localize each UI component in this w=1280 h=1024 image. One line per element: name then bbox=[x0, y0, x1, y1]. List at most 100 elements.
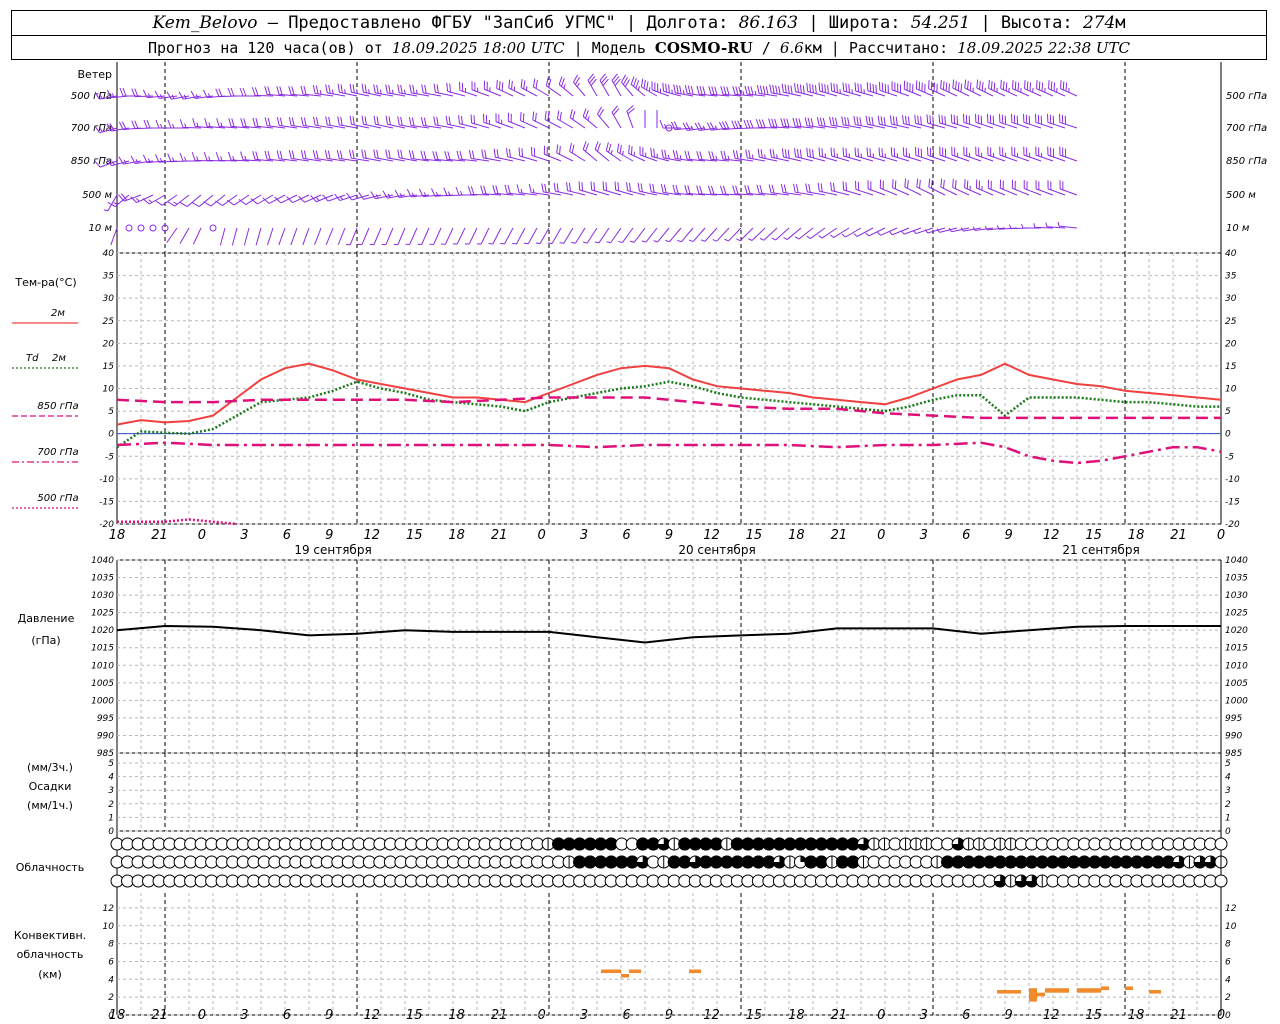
wind-barb-feather bbox=[836, 84, 838, 93]
wind-barb-feather bbox=[917, 147, 920, 157]
wind-barb-feather bbox=[421, 84, 424, 93]
wind-barb-feather bbox=[351, 150, 355, 159]
wind-barb-feather bbox=[146, 119, 151, 129]
wind-barb bbox=[1047, 146, 1066, 162]
wind-barb-feather bbox=[672, 150, 676, 159]
wind-barb-feather bbox=[687, 185, 691, 194]
wind-barb-feather bbox=[107, 201, 116, 208]
wind-barb-half-feather bbox=[381, 243, 386, 246]
wind-barb-feather bbox=[902, 147, 905, 156]
wind-barb-feather bbox=[423, 151, 427, 160]
wind-barb bbox=[793, 183, 814, 196]
precip-tick-label-left: 1 bbox=[108, 813, 114, 823]
temp-tick-label-right: 0 bbox=[1225, 430, 1231, 440]
wind-barb-feather bbox=[642, 147, 644, 156]
wind-barb-feather bbox=[243, 118, 247, 127]
wind-barb-feather bbox=[288, 150, 292, 159]
wind-barb bbox=[433, 116, 454, 129]
wind-barb-feather bbox=[884, 83, 887, 93]
wind-barb-feather bbox=[808, 183, 811, 193]
wind-barb-feather bbox=[376, 149, 379, 159]
wind-barb-feather bbox=[944, 148, 947, 158]
wind-barb-feather bbox=[708, 151, 712, 160]
wind-barb-feather bbox=[722, 185, 727, 195]
wind-barb-feather bbox=[929, 147, 932, 157]
wind-barb bbox=[312, 85, 334, 97]
wind-barb-feather bbox=[920, 116, 922, 125]
wind-barb bbox=[928, 178, 946, 196]
wind-barb bbox=[131, 88, 154, 98]
wind-barb-feather bbox=[816, 117, 820, 126]
wind-barb bbox=[1045, 222, 1066, 229]
wind-barb-feather bbox=[303, 117, 307, 127]
wind-barb-feather bbox=[373, 84, 376, 93]
wind-barb-feather bbox=[337, 116, 340, 125]
time-tick-label: 18 bbox=[1128, 528, 1145, 543]
wind-barb bbox=[865, 115, 886, 129]
wind-barb-feather bbox=[364, 84, 367, 93]
wind-barb-feather bbox=[568, 182, 571, 192]
wind-barb-feather bbox=[771, 184, 775, 194]
wind-barb bbox=[518, 147, 538, 162]
wind-barb-half-feather bbox=[244, 155, 247, 161]
conv-tick-label-left: 2 bbox=[108, 993, 114, 1003]
wind-barb-half-feather bbox=[889, 231, 893, 236]
temp-tick-label-left: -15 bbox=[99, 497, 114, 507]
pressure-tick-label-left: 1010 bbox=[91, 661, 114, 671]
time-tick-label-bottom: 15 bbox=[1085, 1008, 1102, 1023]
wind-barb-feather bbox=[385, 84, 388, 93]
wind-barb bbox=[119, 87, 141, 97]
wind-barb-feather bbox=[805, 183, 808, 192]
wind-barb-feather bbox=[895, 116, 898, 126]
wind-barb-staff bbox=[728, 227, 742, 242]
temp-tick-label-left: 0 bbox=[108, 430, 114, 440]
wind-barb bbox=[361, 149, 382, 162]
wind-barb-feather bbox=[388, 149, 391, 159]
wind-barb-feather bbox=[649, 183, 652, 192]
wind-barb bbox=[926, 114, 946, 129]
wind-barb bbox=[441, 227, 454, 245]
wind-barb bbox=[892, 179, 910, 196]
wind-barb bbox=[535, 227, 550, 245]
wind-barb-feather bbox=[1064, 115, 1067, 125]
wind-barb-feather bbox=[765, 86, 769, 95]
wind-barb-feather bbox=[1012, 80, 1014, 89]
wind-barb-feather bbox=[758, 119, 763, 128]
wind-barb-feather bbox=[809, 148, 812, 158]
wind-barb bbox=[231, 227, 238, 246]
wind-barb-feather bbox=[215, 88, 220, 97]
wind-barb-feather bbox=[435, 151, 439, 160]
wind-barb-feather bbox=[436, 84, 439, 93]
wind-barb-half-feather bbox=[865, 232, 870, 237]
convective-cloud-bar bbox=[621, 973, 629, 978]
wind-barb-feather bbox=[745, 149, 748, 158]
wind-barb-feather bbox=[370, 191, 376, 200]
wind-barb-feather bbox=[889, 115, 892, 125]
wind-barb-feather bbox=[794, 83, 797, 92]
wind-barb-feather bbox=[474, 82, 476, 91]
wind-barb bbox=[830, 182, 850, 196]
wind-barb-feather bbox=[154, 90, 160, 99]
wind-barb-staff bbox=[622, 227, 634, 243]
temp-legend-label: 700 гПа bbox=[37, 447, 78, 458]
wind-barb-feather bbox=[484, 149, 487, 159]
conv-tick-label-right: 12 bbox=[1225, 904, 1237, 914]
wind-barb-half-feather bbox=[393, 243, 398, 246]
wind-barb-half-feather bbox=[184, 156, 187, 162]
wind-barb bbox=[361, 83, 382, 97]
wind-barb bbox=[879, 81, 898, 97]
wind-barb bbox=[337, 116, 358, 129]
wind-barb-half-feather bbox=[712, 239, 717, 242]
wind-barb-feather bbox=[400, 116, 403, 126]
wind-barb-feather bbox=[240, 151, 244, 160]
wind-barb-feather bbox=[445, 115, 448, 125]
wind-barb-feather bbox=[408, 150, 412, 159]
wind-barb-half-feather bbox=[818, 235, 823, 239]
wind-barbs bbox=[94, 73, 1078, 246]
wind-barb-feather bbox=[504, 184, 508, 194]
wind-barb-feather bbox=[639, 146, 641, 155]
wind-barb bbox=[314, 227, 322, 245]
wind-barb bbox=[818, 147, 838, 162]
wind-barb-feather bbox=[400, 149, 403, 159]
wind-barb-feather bbox=[358, 192, 364, 200]
